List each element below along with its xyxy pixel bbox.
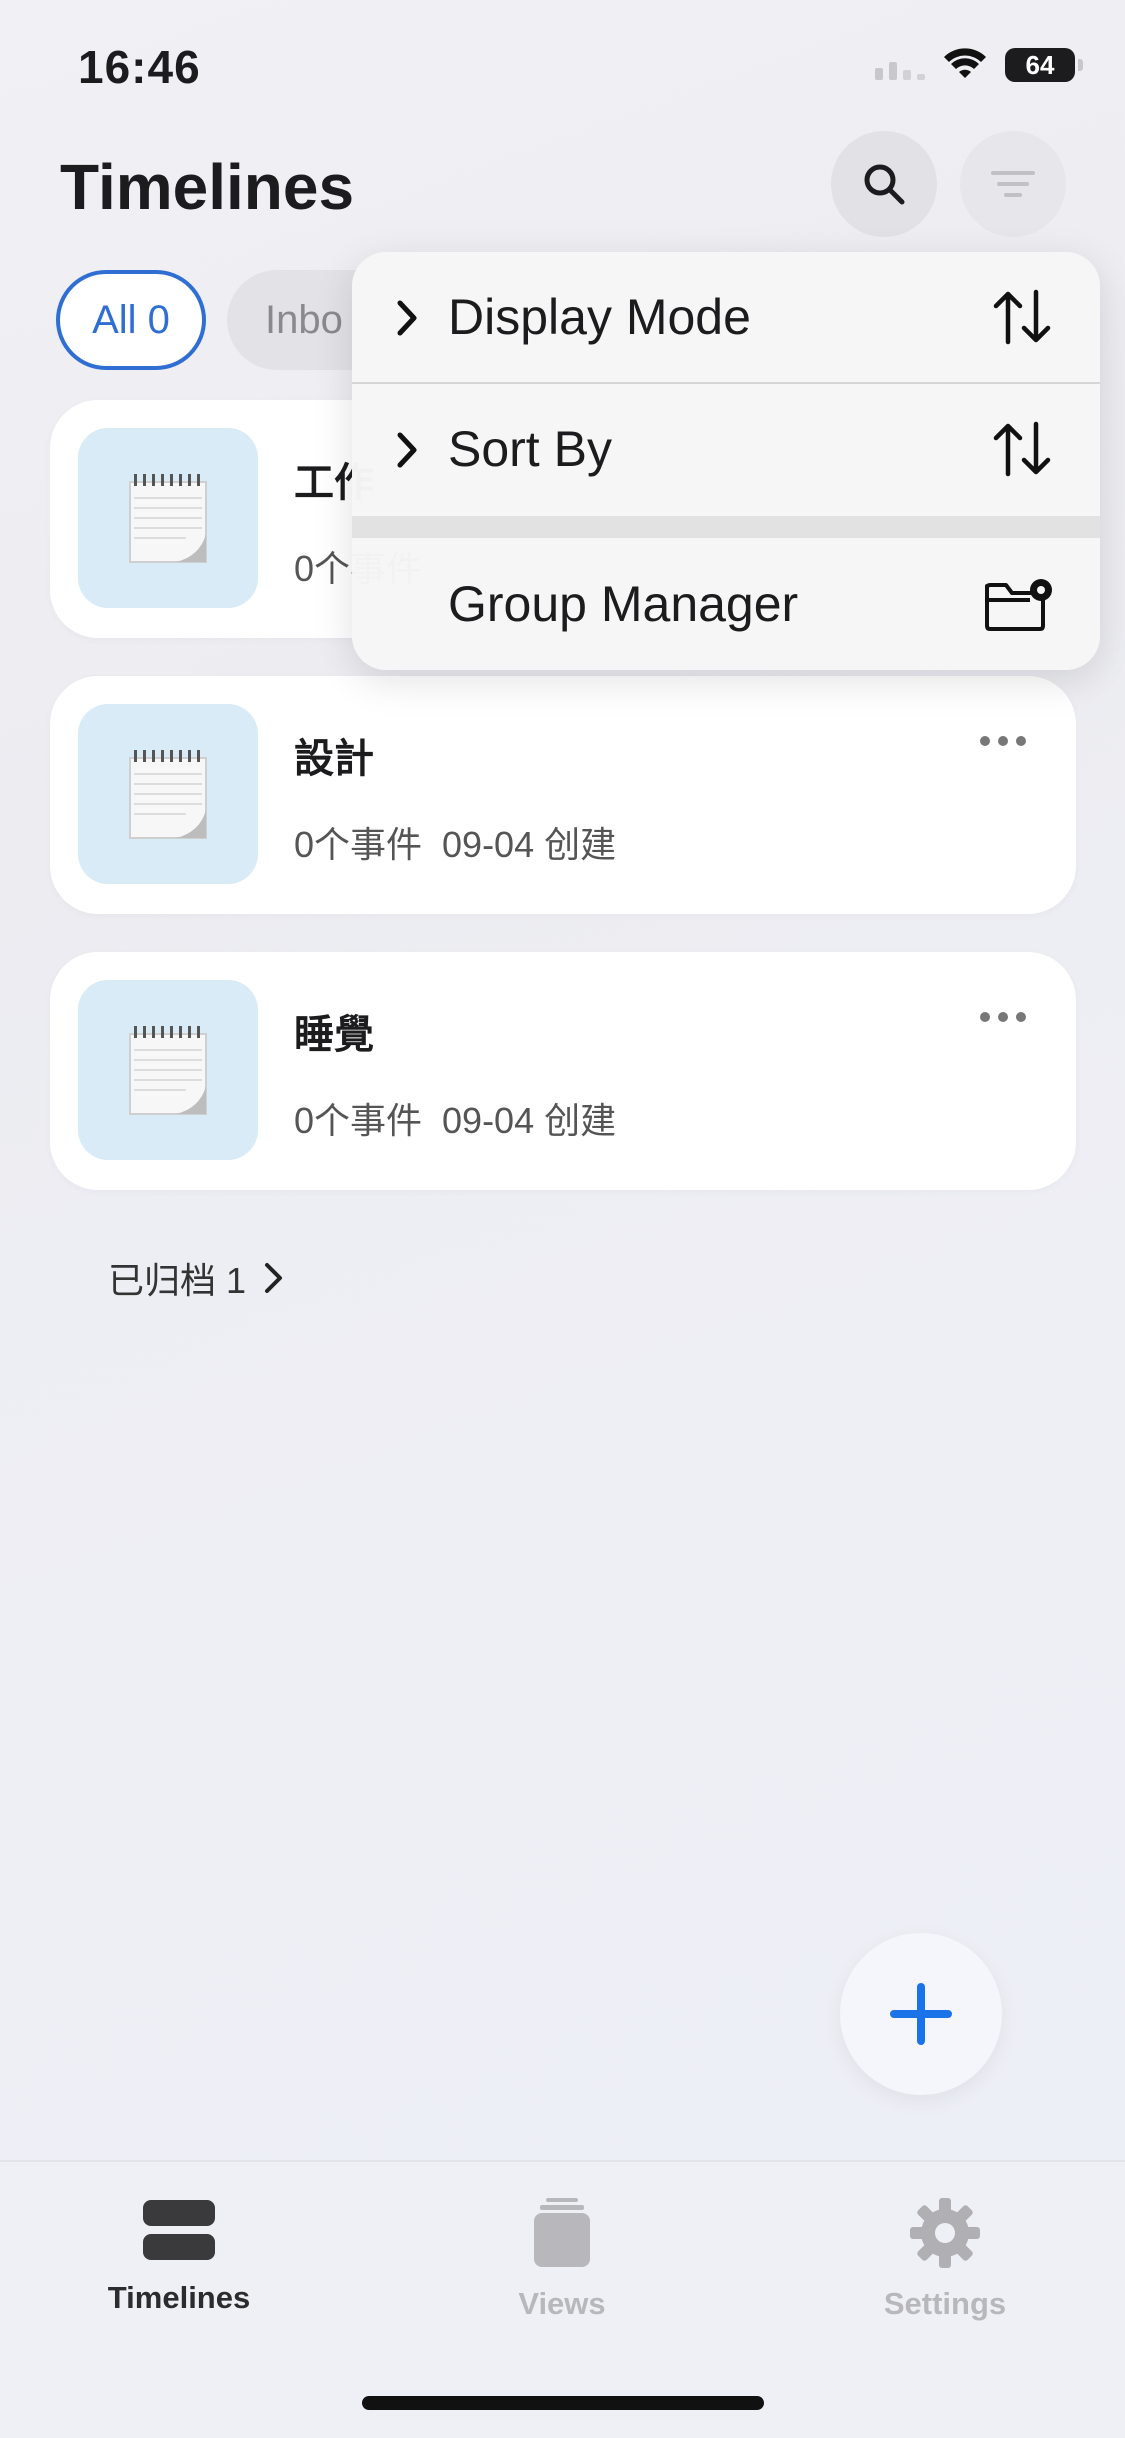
battery-indicator: 64 <box>1005 48 1083 82</box>
notepad-icon <box>129 474 207 563</box>
notepad-icon <box>129 750 207 839</box>
tab-timelines[interactable]: Timelines <box>49 2198 309 2316</box>
notepad-thumbnail <box>78 980 258 1160</box>
timeline-card[interactable]: 設計 0个事件 09-04 创建 <box>50 676 1076 914</box>
timeline-title: 設計 <box>294 737 374 781</box>
filter-button[interactable] <box>960 131 1066 237</box>
tab-all[interactable]: All 0 <box>56 270 206 370</box>
signal-icon <box>875 50 925 80</box>
add-timeline-button[interactable] <box>840 1933 1002 2095</box>
gear-icon <box>910 2198 980 2268</box>
timeline-meta: 0个事件 09-04 创建 <box>294 824 617 865</box>
archived-link[interactable]: 已归档 1 <box>108 1252 284 1304</box>
archived-label: 已归档 1 <box>108 1260 247 1301</box>
chevron-right-icon <box>397 300 417 336</box>
menu-item-label: Display Mode <box>448 289 751 345</box>
search-icon <box>864 164 905 205</box>
chevron-right-icon <box>397 432 417 468</box>
folder-gear-icon <box>985 579 1052 631</box>
timeline-card[interactable]: 睡覺 0个事件 09-04 创建 <box>50 952 1076 1190</box>
menu-item-group-manager[interactable]: Group Manager <box>352 538 1100 670</box>
wifi-icon <box>944 48 986 78</box>
more-options-button[interactable] <box>980 1012 1026 1022</box>
tab-label: Settings <box>883 2286 1007 2321</box>
menu-separator <box>352 516 1100 538</box>
menu-item-label: Group Manager <box>448 576 799 632</box>
notepad-thumbnail <box>78 704 258 884</box>
status-time: 16:46 <box>78 41 201 93</box>
filter-lines-icon <box>991 171 1035 197</box>
timeline-meta: 0个事件 09-04 创建 <box>294 1100 617 1141</box>
cards-icon <box>534 2198 590 2267</box>
more-options-button[interactable] <box>980 736 1026 746</box>
stack-icon <box>143 2200 215 2260</box>
timeline-title: 睡覺 <box>294 1013 374 1057</box>
notepad-icon <box>129 1026 207 1115</box>
tab-settings[interactable]: Settings <box>815 2198 1075 2322</box>
tab-label: Views <box>518 2286 606 2321</box>
page-title: Timelines <box>60 151 355 223</box>
notepad-thumbnail <box>78 428 258 608</box>
menu-item-sort-by[interactable]: Sort By <box>352 384 1100 514</box>
options-menu: Display Mode Sort By Group Manager <box>352 252 1100 670</box>
tab-label: Timelines <box>107 2280 251 2315</box>
sort-arrows-icon <box>993 289 1051 345</box>
sort-arrows-icon <box>993 421 1051 477</box>
menu-item-label: Sort By <box>448 421 612 477</box>
tab-views[interactable]: Views <box>432 2198 692 2322</box>
home-indicator <box>362 2396 764 2410</box>
menu-item-display-mode[interactable]: Display Mode <box>352 252 1100 384</box>
plus-icon <box>890 1983 952 2045</box>
chevron-right-icon <box>265 1263 283 1293</box>
search-button[interactable] <box>831 131 937 237</box>
status-icons: 64 <box>875 48 1083 82</box>
